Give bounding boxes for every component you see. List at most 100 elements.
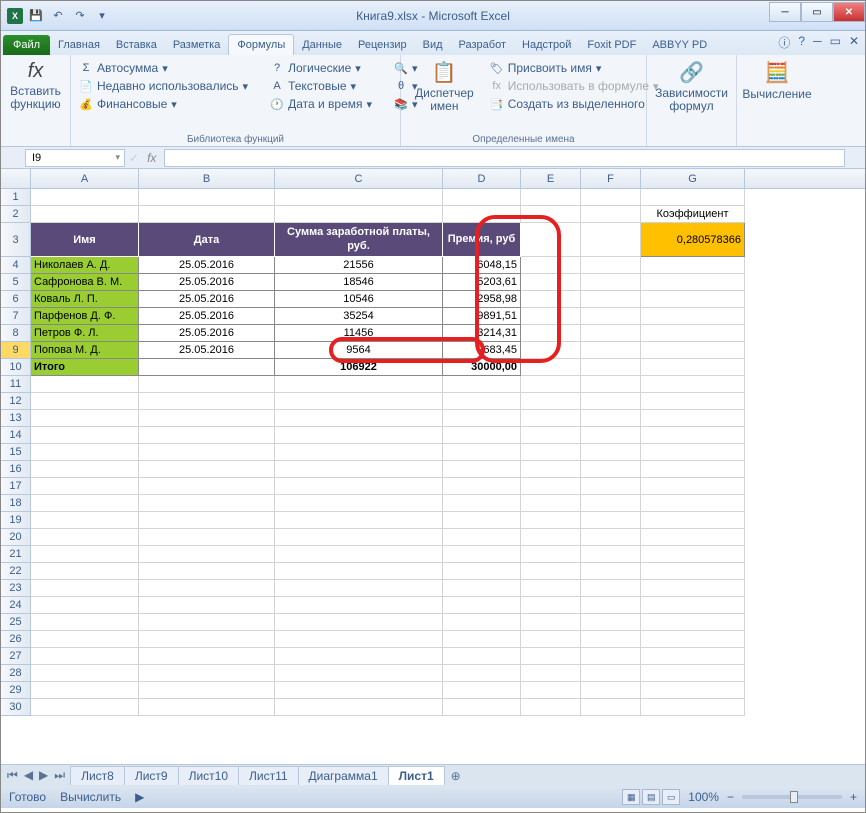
qat-dropdown-icon[interactable]: ▾ bbox=[93, 7, 111, 25]
close-button[interactable]: ✕ bbox=[833, 2, 865, 22]
tab-review[interactable]: Рецензир bbox=[350, 35, 415, 55]
sheet-nav: ⏮ ◀ ▶ ⏭ bbox=[1, 768, 71, 783]
financial-icon: 💰 bbox=[79, 97, 93, 111]
sheet-next-icon[interactable]: ▶ bbox=[37, 768, 50, 783]
minimize-button[interactable]: ─ bbox=[769, 2, 801, 22]
sheet-tab[interactable]: Лист10 bbox=[178, 766, 239, 785]
group-library-label: Библиотека функций bbox=[71, 134, 400, 145]
total-bonus-cell[interactable]: 30000,00 bbox=[443, 359, 521, 376]
header-name[interactable]: Имя bbox=[31, 223, 139, 257]
mdi-close-icon[interactable]: ✕ bbox=[849, 34, 859, 51]
column-headers: A B C D E F G bbox=[1, 169, 865, 189]
sheet-tab-active[interactable]: Лист1 bbox=[388, 766, 445, 785]
use-formula-button[interactable]: fxИспользовать в формуле ▾ bbox=[488, 78, 661, 94]
tab-view[interactable]: Вид bbox=[415, 35, 451, 55]
sheet-tab[interactable]: Лист8 bbox=[70, 766, 125, 785]
tab-layout[interactable]: Разметка bbox=[165, 35, 229, 55]
deps-icon: 🔗 bbox=[679, 60, 704, 85]
excel-icon: X bbox=[7, 8, 23, 24]
mdi-min-icon[interactable]: ─ bbox=[813, 34, 822, 51]
normal-view-icon[interactable]: ▦ bbox=[622, 789, 640, 805]
name-manager-button[interactable]: 📋 Диспетчер имен bbox=[407, 58, 482, 115]
tab-data[interactable]: Данные bbox=[294, 35, 350, 55]
autosum-button[interactable]: ΣАвтосумма ▾ bbox=[77, 60, 250, 76]
from-selection-button[interactable]: 📑Создать из выделенного bbox=[488, 96, 661, 112]
name-box[interactable]: I9 bbox=[25, 149, 125, 167]
datetime-button[interactable]: 🕐Дата и время ▾ bbox=[268, 96, 374, 112]
financial-button[interactable]: 💰Финансовые ▾ bbox=[77, 96, 250, 112]
col-header-E[interactable]: E bbox=[521, 169, 581, 188]
quick-access-toolbar: X 💾 ↶ ↷ ▾ bbox=[1, 7, 117, 25]
row-2: 2 Коэффициент bbox=[1, 206, 865, 223]
zoom-slider[interactable] bbox=[742, 795, 842, 799]
fx-label-icon[interactable]: fx bbox=[147, 151, 156, 165]
total-salary-cell[interactable]: 106922 bbox=[275, 359, 443, 376]
undo-icon[interactable]: ↶ bbox=[49, 7, 67, 25]
row-header[interactable]: 3 bbox=[1, 223, 31, 257]
header-salary[interactable]: Сумма заработной платы, руб. bbox=[275, 223, 443, 257]
selection-icon: 📑 bbox=[490, 97, 504, 111]
redo-icon[interactable]: ↷ bbox=[71, 7, 89, 25]
mdi-restore-icon[interactable]: ▭ bbox=[830, 34, 841, 51]
select-all-corner[interactable] bbox=[1, 169, 31, 188]
sheet-prev-icon[interactable]: ◀ bbox=[22, 768, 35, 783]
text-button[interactable]: AТекстовые ▾ bbox=[268, 78, 374, 94]
page-layout-icon[interactable]: ▤ bbox=[642, 789, 660, 805]
cell-name[interactable]: Николаев А. Д. bbox=[31, 257, 139, 274]
row-28: 28 bbox=[1, 665, 865, 682]
zoom-in-icon[interactable]: + bbox=[850, 790, 857, 804]
page-break-icon[interactable]: ▭ bbox=[662, 789, 680, 805]
logical-icon: ? bbox=[270, 61, 284, 75]
maximize-button[interactable]: ▭ bbox=[801, 2, 833, 22]
sheet-last-icon[interactable]: ⏭ bbox=[52, 768, 67, 783]
sheet-tab[interactable]: Лист11 bbox=[238, 766, 299, 785]
save-icon[interactable]: 💾 bbox=[27, 7, 45, 25]
col-header-D[interactable]: D bbox=[443, 169, 521, 188]
row-18: 18 bbox=[1, 495, 865, 512]
fx-icon: fx bbox=[28, 60, 44, 83]
formula-input[interactable] bbox=[164, 149, 845, 167]
header-bonus[interactable]: Премия, руб bbox=[443, 223, 521, 257]
tab-insert[interactable]: Вставка bbox=[108, 35, 165, 55]
recent-button[interactable]: 📄Недавно использовались ▾ bbox=[77, 78, 250, 94]
header-date[interactable]: Дата bbox=[139, 223, 275, 257]
coef-value-cell[interactable]: 0,280578366 bbox=[641, 223, 745, 257]
row-header[interactable]: 2 bbox=[1, 206, 31, 223]
row-header[interactable]: 1 bbox=[1, 189, 31, 206]
col-header-A[interactable]: A bbox=[31, 169, 139, 188]
window-title: Книга9.xlsx - Microsoft Excel bbox=[356, 9, 510, 23]
sheet-first-icon[interactable]: ⏮ bbox=[5, 768, 20, 783]
tab-dev[interactable]: Разработ bbox=[451, 35, 514, 55]
tab-file[interactable]: Файл bbox=[3, 35, 50, 55]
logical-button[interactable]: ?Логические ▾ bbox=[268, 60, 374, 76]
calculation-button[interactable]: 🧮 Вычисление bbox=[743, 58, 811, 103]
sheet-tab[interactable]: Диаграмма1 bbox=[298, 766, 389, 785]
define-name-button[interactable]: 🏷Присвоить имя ▾ bbox=[488, 60, 661, 76]
tab-addins[interactable]: Надстрой bbox=[514, 35, 579, 55]
window-controls: ─ ▭ ✕ bbox=[769, 1, 865, 22]
col-header-F[interactable]: F bbox=[581, 169, 641, 188]
formula-deps-button[interactable]: 🔗 Зависимости формул bbox=[653, 58, 730, 115]
total-label-cell[interactable]: Итого bbox=[31, 359, 139, 376]
help-icon[interactable]: ? bbox=[798, 34, 805, 51]
tab-formulas[interactable]: Формулы bbox=[228, 34, 294, 55]
col-header-G[interactable]: G bbox=[641, 169, 745, 188]
tab-foxit[interactable]: Foxit PDF bbox=[579, 35, 644, 55]
insert-function-button[interactable]: fx Вставить функцию bbox=[7, 58, 64, 113]
ribbon: fx Вставить функцию ΣАвтосумма ▾ 📄Недавн… bbox=[1, 55, 865, 147]
ribbon-min-icon[interactable]: ⓘ bbox=[778, 34, 790, 51]
row-20: 20 bbox=[1, 529, 865, 546]
tab-abbyy[interactable]: ABBYY PD bbox=[644, 35, 715, 55]
zoom-level[interactable]: 100% bbox=[688, 790, 719, 804]
tab-home[interactable]: Главная bbox=[50, 35, 108, 55]
macro-rec-icon[interactable]: ▶ bbox=[135, 790, 144, 804]
group-defined-names-label: Определенные имена bbox=[401, 134, 646, 145]
col-header-B[interactable]: B bbox=[139, 169, 275, 188]
row-11: 11 bbox=[1, 376, 865, 393]
sheet-tab[interactable]: Лист9 bbox=[124, 766, 179, 785]
coef-header-cell[interactable]: Коэффициент bbox=[641, 206, 745, 223]
zoom-out-icon[interactable]: − bbox=[727, 790, 734, 804]
col-header-C[interactable]: C bbox=[275, 169, 443, 188]
spreadsheet-grid[interactable]: A B C D E F G 1 2Коэффициент 3 Имя Дата … bbox=[1, 169, 865, 764]
new-sheet-icon[interactable]: ⊕ bbox=[445, 769, 467, 783]
